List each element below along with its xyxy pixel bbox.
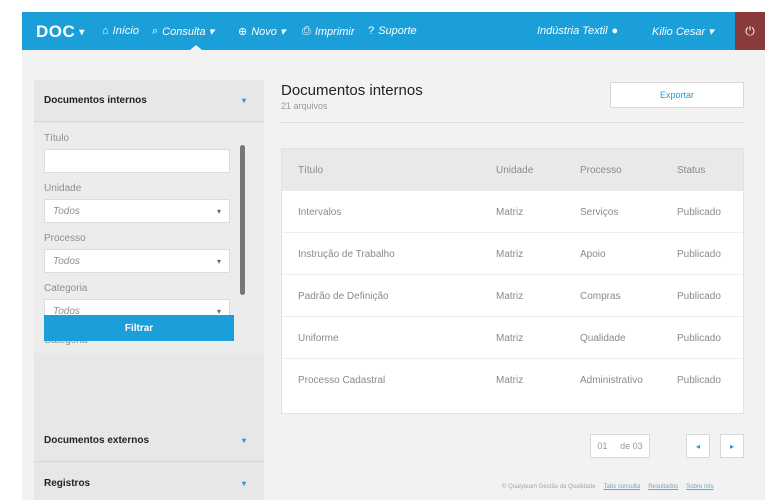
column-header-unidade[interactable]: Unidade [496,165,533,176]
top-navbar: DOC ▾ ⌂ Início ⌕ Consulta ▾ ⊕ Novo ▾ ⎙ Im… [22,12,765,50]
chevron-down-icon: ▾ [241,96,246,105]
chevron-down-icon: ▾ [241,478,246,488]
cell-status: Publicado [677,375,721,386]
print-icon: ⎙ [302,25,311,37]
column-header-processo[interactable]: Processo [580,165,622,176]
unidade-label: Unidade [44,183,82,194]
cell-unidade: Matriz [496,333,524,344]
page-title: Documentos internos [281,82,423,99]
app-frame: DOC ▾ ⌂ Início ⌕ Consulta ▾ ⊕ Novo ▾ ⎙ Im… [22,12,765,500]
cell-status: Publicado [677,207,721,218]
nav-consulta[interactable]: ⌕ Consulta ▾ [152,25,214,38]
nav-label: Consulta ▾ [162,26,215,38]
cell-processo: Apoio [580,249,606,260]
titulo-label: Título [44,133,70,144]
plus-circle-icon: ⊕ [238,26,248,38]
cell-titulo: Uniforme [298,333,339,344]
file-count: 21 arquivos [281,101,328,111]
cell-titulo: Padrão de Definição [298,291,389,302]
footer-link[interactable]: Sobre nós [686,484,713,490]
cell-processo: Serviços [580,207,619,218]
selected-value: Todos [53,205,80,217]
total-pages: de 03 [620,441,643,451]
home-icon: ⌂ [102,25,109,37]
filter-button[interactable]: Filtrar [44,315,234,341]
cell-unidade: Matriz [496,207,524,218]
cell-titulo: Intervalos [298,207,342,218]
cell-unidade: Matriz [496,375,524,386]
chevron-right-icon: ▸ [729,441,734,451]
footer-link[interactable]: Tabs consulta [603,484,640,490]
nav-novo[interactable]: ⊕ Novo ▾ [238,25,285,38]
table-row[interactable]: Padrão de Definição Matriz Compras Publi… [282,275,743,317]
selected-value: Todos [53,255,80,267]
documents-table: Título Unidade Processo Status Intervalo… [281,148,744,414]
chevron-down-icon: ▾ [216,206,221,216]
company-selector[interactable]: Indústria Textil ● [537,25,618,37]
nav-label: Imprimir [314,25,355,38]
filter-sidebar: Documentos internos ▾ Título Unidade Tod… [34,80,264,500]
categoria-label: Categoria [44,283,88,294]
nav-suporte[interactable]: ? Suporte [368,25,417,37]
nav-inicio[interactable]: ⌂ Início [102,25,139,37]
prev-page-button[interactable]: ◂ [686,434,710,458]
cell-processo: Compras [580,291,621,302]
current-page[interactable]: 01 [597,441,607,451]
table-row[interactable]: Instrução de Trabalho Matriz Apoio Publi… [282,233,743,275]
divider [281,122,744,123]
search-icon: ⌕ [152,25,159,37]
status-dot-icon: ● [611,25,619,37]
cell-processo: Administrativo [580,375,643,386]
active-nav-indicator [190,45,202,50]
logout-button[interactable]: ⏻ [735,12,765,50]
processo-label: Processo [44,233,86,244]
app-logo-menu[interactable]: DOC ▾ [36,22,85,42]
nav-imprimir[interactable]: ⎙ Imprimir [302,25,355,38]
unidade-select[interactable]: Todos ▾ [44,199,230,223]
section-title: Documentos internos [44,95,147,106]
power-icon: ⏻ [745,23,755,38]
nav-label: Suporte [378,25,417,37]
user-menu[interactable]: Kilio Cesar ▾ [652,25,714,38]
nav-label: Início [112,25,139,37]
table-header: Título Unidade Processo Status [282,149,743,191]
cell-titulo: Instrução de Trabalho [298,249,395,260]
help-icon: ? [368,25,375,37]
processo-select[interactable]: Todos ▾ [44,249,230,273]
section-title: Documentos externos [44,435,150,446]
chevron-down-icon: ▾ [241,436,246,445]
logo-text: DOC [36,22,76,41]
page-indicator: 01 de 03 [590,434,650,458]
cell-unidade: Matriz [496,291,524,302]
copyright: © Qualyteam Gestão da Qualidade [502,484,596,490]
table-row[interactable]: Uniforme Matriz Qualidade Publicado [282,317,743,359]
chevron-left-icon: ◂ [695,441,700,451]
table-row[interactable]: Processo Cadastral Matriz Administrativo… [282,359,743,401]
cell-status: Publicado [677,333,721,344]
next-page-button[interactable]: ▸ [720,434,744,458]
column-header-status[interactable]: Status [677,165,705,176]
footer: © Qualyteam Gestão da Qualidade Tabs con… [502,484,714,490]
export-button[interactable]: Exportar [610,82,744,108]
filter-scrollbar[interactable] [240,145,245,295]
cell-status: Publicado [677,249,721,260]
cell-processo: Qualidade [580,333,626,344]
titulo-input[interactable] [44,149,230,173]
cell-unidade: Matriz [496,249,524,260]
section-documentos-externos[interactable]: Documentos externos ▾ [34,420,264,462]
section-documentos-internos[interactable]: Documentos internos ▾ [34,80,264,122]
table-row[interactable]: Intervalos Matriz Serviços Publicado [282,191,743,233]
user-name: Kilio Cesar ▾ [652,26,714,38]
section-title: Registros [44,477,91,489]
section-registros[interactable]: Registros ▾ [34,462,264,500]
cell-status: Publicado [677,291,721,302]
chevron-down-icon: ▾ [79,27,85,39]
column-header-titulo[interactable]: Título [298,165,323,176]
footer-link[interactable]: Resultados [648,484,678,490]
cell-titulo: Processo Cadastral [298,375,386,386]
chevron-down-icon: ▾ [216,256,221,266]
company-name: Indústria Textil [537,25,608,37]
nav-label: Novo ▾ [251,26,286,38]
